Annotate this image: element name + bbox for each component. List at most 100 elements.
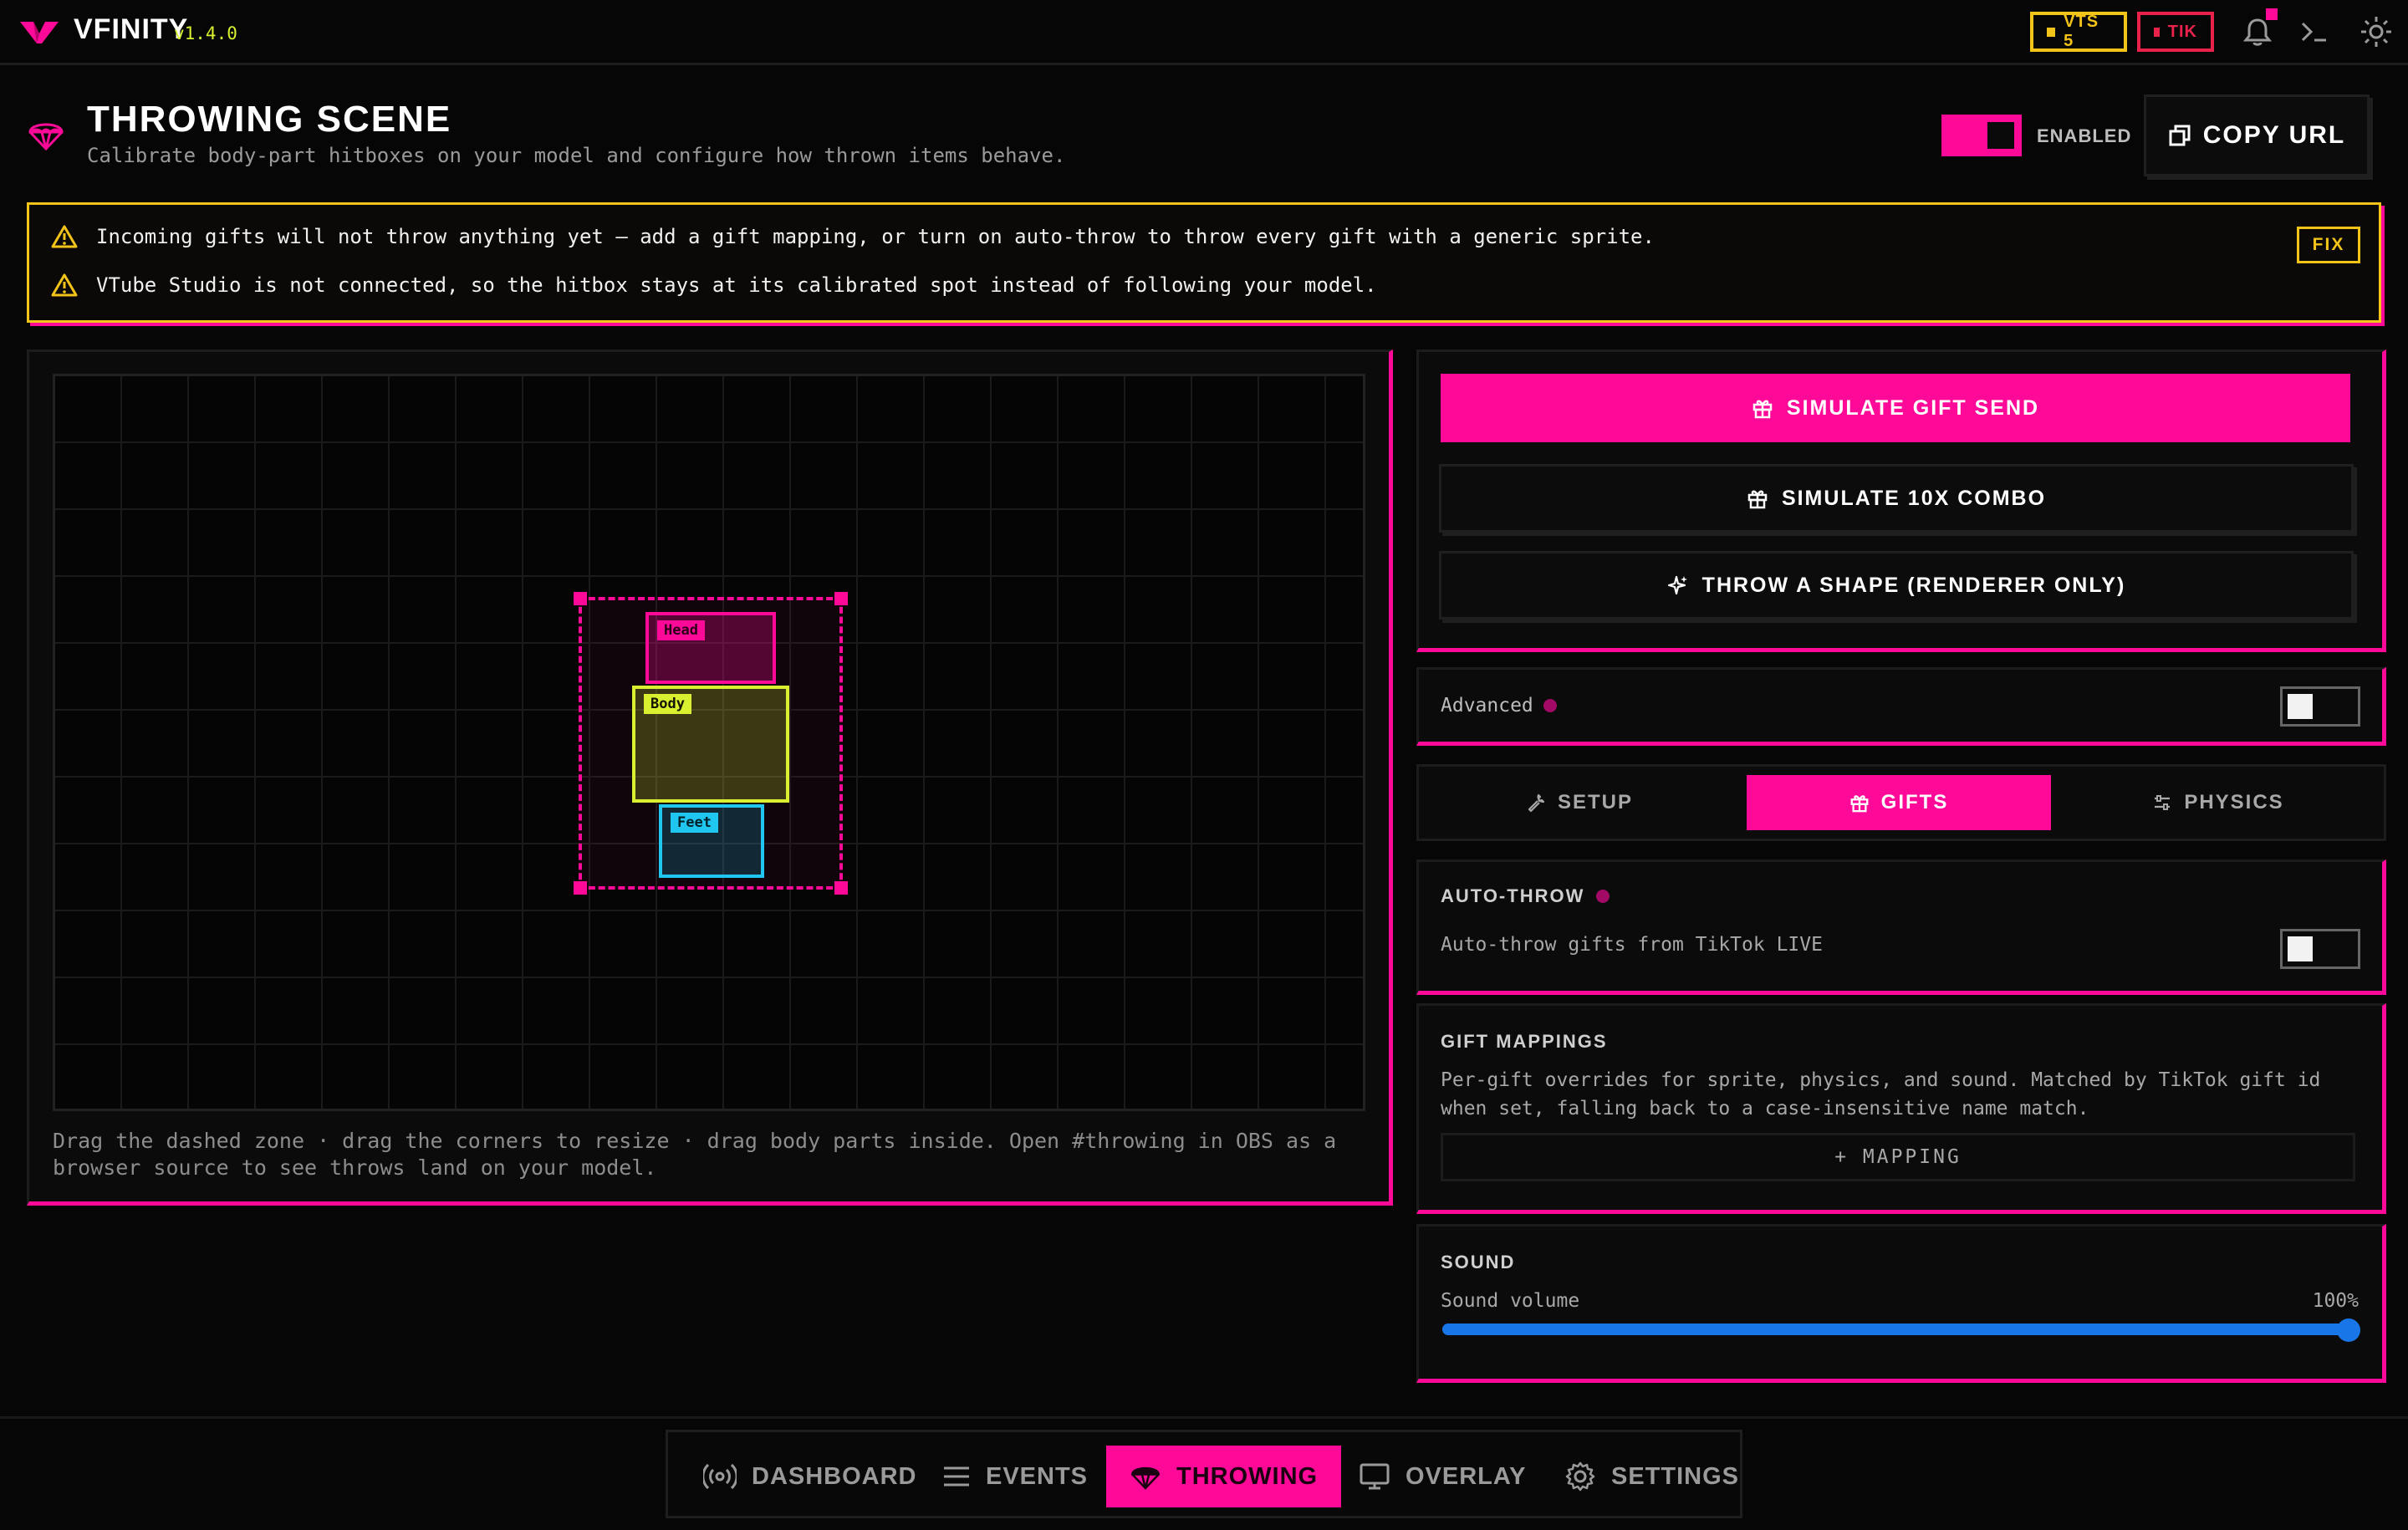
app-name: VFINITY <box>74 13 189 45</box>
bottom-divider <box>0 1416 2408 1419</box>
copy-url-button[interactable]: COPY URL <box>2144 94 2370 176</box>
sound-volume-value: 100% <box>2312 1290 2359 1312</box>
feet-label: Feet <box>671 813 718 833</box>
terminal-icon[interactable] <box>2298 15 2331 48</box>
warning-item: Incoming gifts will not throw anything y… <box>51 225 1655 248</box>
info-icon[interactable] <box>1543 699 1557 712</box>
resize-handle-top-right[interactable] <box>834 592 848 605</box>
nav-overlay-label: OVERLAY <box>1406 1462 1527 1490</box>
nav-settings[interactable]: SETTINGS <box>1541 1446 1763 1507</box>
tiktok-status-badge[interactable]: TIK <box>2137 12 2214 52</box>
wrench-icon <box>1528 793 1545 813</box>
gear-icon <box>1565 1461 1595 1492</box>
resize-handle-bottom-left[interactable] <box>574 881 587 895</box>
toggle-knob <box>2288 936 2313 961</box>
bottom-nav: DASHBOARD EVENTS THROWING OVERLAY SETTIN… <box>666 1430 1742 1518</box>
nav-overlay[interactable]: OVERLAY <box>1335 1446 1550 1507</box>
menu-lines-icon <box>944 1466 969 1487</box>
body-hitbox[interactable]: Body <box>632 686 789 803</box>
toggle-knob <box>2288 694 2313 719</box>
throw-shape-label: THROW A SHAPE (RENDERER ONLY) <box>1701 573 2126 597</box>
simulate-gift-label: SIMULATE GIFT SEND <box>1786 395 2040 420</box>
simulate-card: SIMULATE GIFT SEND SIMULATE 10X COMBO TH… <box>1416 349 2386 652</box>
resize-handle-top-left[interactable] <box>574 592 587 605</box>
tab-setup-label: SETUP <box>1557 791 1633 813</box>
page-title: THROWING SCENE <box>87 99 452 140</box>
advanced-toggle[interactable] <box>2280 686 2360 727</box>
sun-icon[interactable] <box>2360 15 2393 48</box>
page-subtitle: Calibrate body-part hitboxes on your mod… <box>87 144 1066 167</box>
sound-volume-thumb[interactable] <box>2337 1318 2360 1342</box>
gift-icon <box>1850 795 1869 813</box>
advanced-label-row: Advanced <box>1441 695 1557 717</box>
app-version: v1.4.0 <box>174 23 237 43</box>
warning-text: VTube Studio is not connected, so the hi… <box>96 273 1377 297</box>
vts-status-badge[interactable]: VTS 5 <box>2030 12 2127 52</box>
toggle-knob <box>1987 122 2014 149</box>
monitor-icon <box>1360 1463 1390 1490</box>
tab-setup[interactable]: SETUP <box>1427 775 1732 830</box>
tab-physics[interactable]: PHYSICS <box>2066 775 2370 830</box>
throw-shape-button[interactable]: THROW A SHAPE (RENDERER ONLY) <box>1439 551 2354 620</box>
vts-status-label: VTS 5 <box>2064 13 2099 50</box>
sliders-icon <box>2155 795 2171 810</box>
head-hitbox[interactable]: Head <box>645 612 776 684</box>
fix-button[interactable]: FIX <box>2297 227 2360 263</box>
hitbox-zone[interactable]: Head Body Feet <box>574 592 848 895</box>
tab-physics-label: PHYSICS <box>2184 791 2284 813</box>
hitbox-canvas-panel: Head Body Feet Drag the dashed zone · dr… <box>27 349 1393 1206</box>
enabled-toggle[interactable] <box>1941 115 2022 156</box>
sparkle-icon <box>1667 575 1687 595</box>
broadcast-icon <box>703 1463 737 1490</box>
nav-throwing-label: THROWING <box>1176 1462 1319 1490</box>
gift-mappings-title: GIFT MAPPINGS <box>1441 1031 1608 1052</box>
gift-mappings-card: GIFT MAPPINGS Per-gift overrides for spr… <box>1416 1003 2386 1214</box>
body-label: Body <box>644 694 691 714</box>
parachute-icon <box>1131 1466 1160 1490</box>
copy-icon <box>2169 125 2191 146</box>
tiktok-status-label: TIK <box>2167 22 2197 41</box>
tab-gifts-label: GIFTS <box>1880 791 1949 813</box>
tab-gifts[interactable]: GIFTS <box>1747 775 2051 830</box>
config-tabs: SETUP GIFTS PHYSICS <box>1416 764 2386 841</box>
nav-events[interactable]: EVENTS <box>919 1446 1111 1507</box>
simulate-combo-label: SIMULATE 10X COMBO <box>1781 486 2047 510</box>
sound-title: SOUND <box>1441 1252 1516 1272</box>
nav-throwing[interactable]: THROWING <box>1106 1446 1342 1507</box>
warning-triangle-icon <box>51 225 78 248</box>
canvas-hint: Drag the dashed zone · drag the corners … <box>53 1129 1337 1180</box>
advanced-label: Advanced <box>1441 695 1533 717</box>
sound-card: SOUND Sound volume 100% <box>1416 1224 2386 1383</box>
info-icon[interactable] <box>1596 890 1610 903</box>
warning-text: Incoming gifts will not throw anything y… <box>96 225 1655 248</box>
auto-throw-label: Auto-throw gifts from TikTok LIVE <box>1441 934 1823 956</box>
simulate-combo-button[interactable]: SIMULATE 10X COMBO <box>1439 464 2354 533</box>
gift-mappings-description: Per-gift overrides for sprite, physics, … <box>1441 1069 2321 1119</box>
head-label: Head <box>657 620 705 640</box>
vfinity-logo-icon <box>20 22 59 43</box>
notification-badge <box>2266 8 2278 20</box>
advanced-card: Advanced <box>1416 667 2386 746</box>
resize-handle-bottom-right[interactable] <box>834 881 848 895</box>
bell-icon[interactable] <box>2241 15 2274 48</box>
warning-triangle-icon <box>51 273 78 297</box>
warning-banner: Incoming gifts will not throw anything y… <box>27 202 2381 323</box>
auto-throw-title: AUTO-THROW <box>1441 885 1585 906</box>
add-mapping-button[interactable]: + MAPPING <box>1441 1133 2355 1181</box>
vts-status-dot <box>2047 27 2056 37</box>
nav-dashboard[interactable]: DASHBOARD <box>680 1446 941 1507</box>
sound-volume-track[interactable] <box>1442 1323 2354 1335</box>
tiktok-status-dot <box>2154 27 2160 37</box>
auto-throw-toggle[interactable] <box>2280 929 2360 969</box>
simulate-gift-button[interactable]: SIMULATE GIFT SEND <box>1441 374 2350 442</box>
gift-icon <box>1752 400 1773 419</box>
feet-hitbox[interactable]: Feet <box>659 804 764 878</box>
nav-dashboard-label: DASHBOARD <box>752 1462 917 1490</box>
parachute-icon <box>28 123 64 151</box>
auto-throw-title-row: AUTO-THROW <box>1441 885 1610 907</box>
top-bar: VFINITY v1.4.0 VTS 5 TIK <box>0 0 2408 65</box>
auto-throw-card: AUTO-THROW Auto-throw gifts from TikTok … <box>1416 859 2386 995</box>
hitbox-canvas[interactable]: Head Body Feet <box>53 374 1365 1111</box>
copy-url-label: COPY URL <box>2202 121 2346 149</box>
nav-events-label: EVENTS <box>986 1462 1089 1490</box>
